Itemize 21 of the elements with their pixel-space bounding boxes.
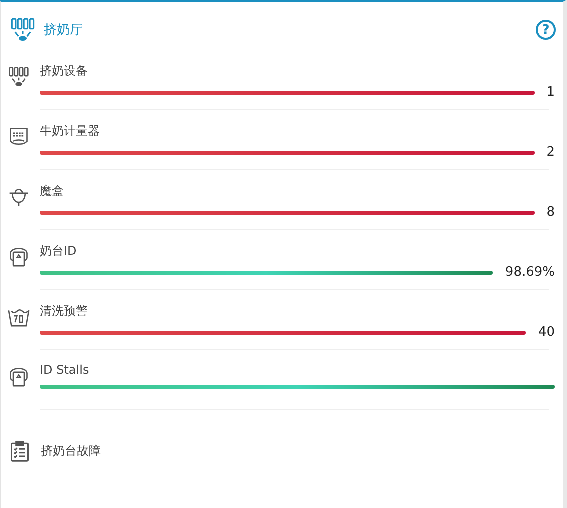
milking-cups-icon — [8, 66, 30, 88]
stall-tag-icon — [8, 246, 30, 268]
clipboard-icon — [9, 440, 31, 462]
meter-icon — [8, 126, 30, 148]
item-value: 98.69% — [505, 265, 555, 280]
milking-cups-icon — [10, 17, 36, 43]
panel-title: 挤奶厅 — [44, 22, 84, 39]
item-label: 清洗预警 — [40, 303, 89, 319]
item-label: 挤奶设备 — [40, 63, 89, 79]
stall-tag-icon — [8, 366, 30, 388]
item-value: 2 — [546, 145, 555, 160]
item-value: 1 — [546, 85, 555, 100]
item-label: 魔盒 — [40, 183, 65, 199]
item-label: 挤奶台故障 — [41, 443, 101, 459]
item-value: 40 — [538, 325, 555, 340]
item-value: 8 — [546, 205, 555, 220]
cup-icon — [8, 186, 30, 208]
item-label: 牛奶计量器 — [40, 123, 101, 139]
item-label: 奶台ID — [40, 243, 78, 259]
help-button[interactable]: ? — [536, 20, 556, 40]
item-label: ID Stalls — [40, 363, 90, 379]
